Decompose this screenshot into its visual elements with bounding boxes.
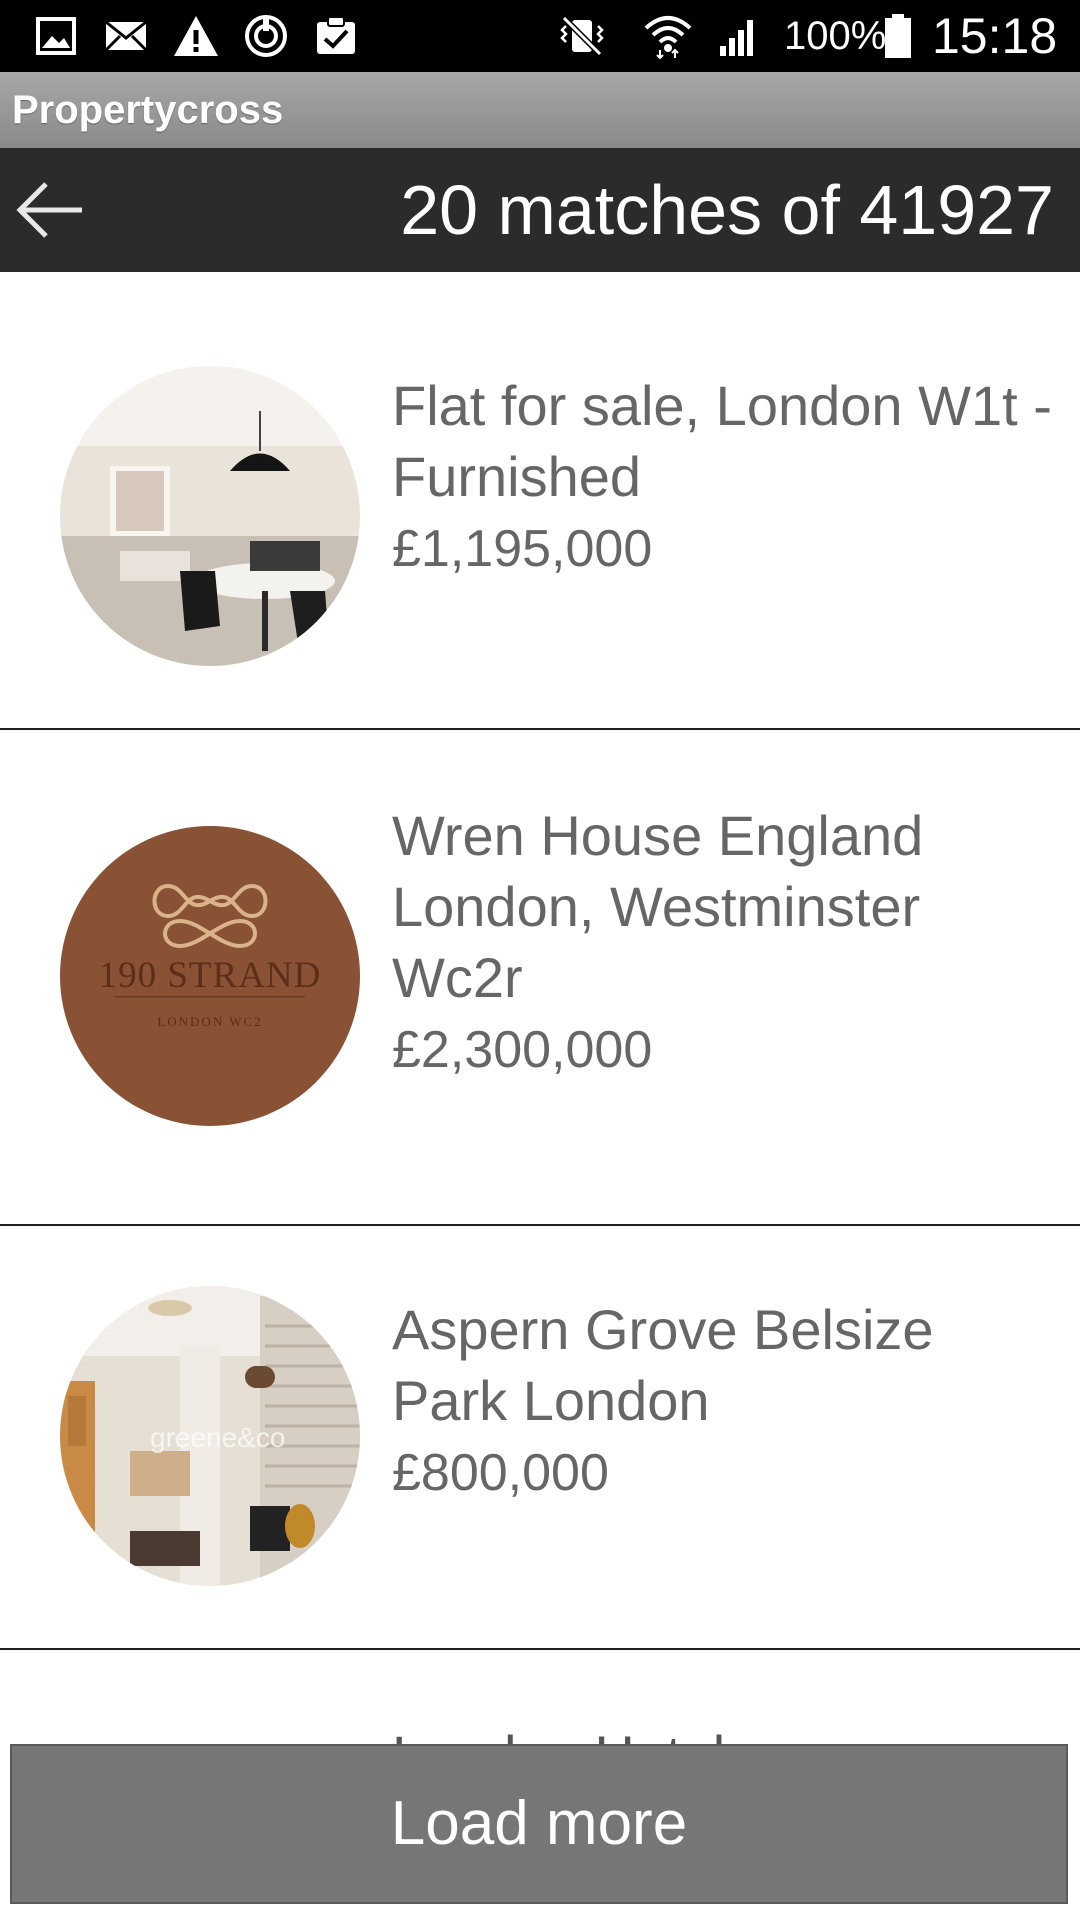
results-count-title: 20 matches of 41927 — [400, 171, 1054, 249]
clipboard-check-icon — [317, 16, 355, 54]
listing-price: £800,000 — [392, 1444, 609, 1502]
list-item[interactable]: greene&co Aspern Grove Belsize Park Lond… — [0, 1226, 1080, 1650]
status-bar: 100% 15:18 — [0, 0, 1080, 72]
results-header: 20 matches of 41927 — [0, 148, 1080, 272]
battery-icon — [885, 14, 911, 58]
warning-icon — [174, 16, 218, 56]
property-list: Flat for sale, London W1t - Furnished £1… — [0, 272, 1080, 1800]
logo-text: 190 STRAND — [98, 955, 322, 996]
listing-price: £1,195,000 — [392, 520, 653, 578]
app-bar: Propertycross — [0, 72, 1080, 148]
listing-title: Flat for sale, London W1t - Furnished — [392, 374, 1052, 508]
listing-info: Aspern Grove Belsize Park London £800,00… — [392, 1294, 1052, 1510]
clock: 15:18 — [932, 8, 1058, 64]
back-button[interactable] — [0, 148, 100, 272]
logo-subtext: LONDON WC2 — [157, 1014, 263, 1029]
mail-icon — [104, 20, 148, 52]
interior-photo — [60, 366, 360, 666]
listing-info: Wren House England London, Westminster W… — [392, 800, 1052, 1087]
list-item[interactable]: Flat for sale, London W1t - Furnished £1… — [0, 272, 1080, 730]
load-more-button[interactable]: Load more — [10, 1744, 1068, 1904]
image-icon — [36, 17, 76, 55]
listing-price: £2,300,000 — [392, 1021, 653, 1079]
app-title: Propertycross — [12, 88, 284, 132]
photo-watermark: greene&co — [150, 1422, 286, 1453]
list-item[interactable]: 190 STRAND LONDON WC2 Wren House England… — [0, 730, 1080, 1226]
property-thumbnail: greene&co — [60, 1286, 360, 1586]
listing-title: Wren House England London, Westminster W… — [392, 804, 924, 1009]
sync-icon — [245, 15, 287, 57]
listing-info: Flat for sale, London W1t - Furnished £1… — [392, 370, 1052, 586]
back-arrow-icon — [16, 182, 82, 238]
wifi-icon — [644, 16, 692, 60]
battery-percentage: 100% — [784, 14, 887, 58]
app-screen: 100% 15:18 Propertycross 20 matches of 4… — [0, 0, 1080, 1920]
listing-title: Aspern Grove Belsize Park London — [392, 1298, 934, 1432]
property-thumbnail: 190 STRAND LONDON WC2 — [60, 826, 360, 1126]
vibrate-icon — [560, 15, 604, 57]
signal-icon — [720, 20, 753, 56]
property-thumbnail — [60, 366, 360, 666]
